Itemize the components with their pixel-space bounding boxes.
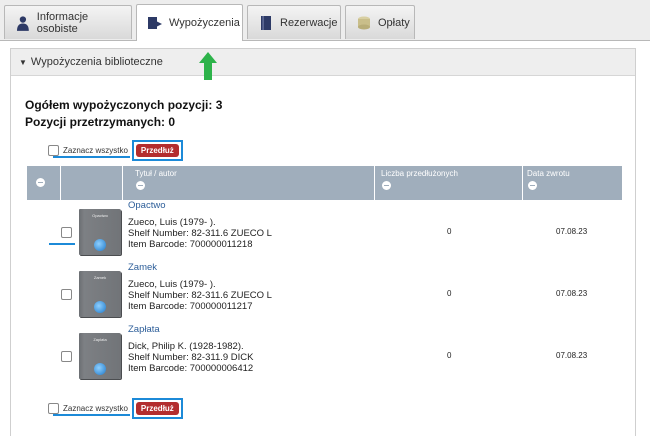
- item-info: Zapłata Dick, Philip K. (1928-1982). She…: [128, 324, 254, 374]
- book-cover-title: Opactwo: [92, 213, 108, 218]
- select-all-row-top: Zaznacz wszystko Przedłuż: [48, 139, 183, 161]
- panel-header[interactable]: ▼ Wypożyczenia biblioteczne: [11, 49, 635, 76]
- renew-button-highlight-bottom: Przedłuż: [131, 397, 183, 419]
- book-cover-title: Zapłata: [93, 337, 107, 342]
- sort-icon[interactable]: [528, 181, 537, 190]
- tab-label: Opłaty: [378, 16, 410, 29]
- green-arrow-icon: [199, 52, 217, 80]
- collapse-triangle-icon: ▼: [19, 57, 27, 67]
- item-barcode: Item Barcode: 700000011218: [128, 239, 253, 250]
- renewal-count: 0: [447, 289, 452, 298]
- globe-icon: [94, 363, 106, 375]
- sort-icon[interactable]: [382, 181, 391, 190]
- item-barcode: Item Barcode: 700000006412: [128, 363, 254, 374]
- select-all-label-bottom[interactable]: Zaznacz wszystko: [53, 404, 130, 416]
- item-shelf-number: Shelf Number: 82-311.6 ZUECO L: [128, 228, 272, 239]
- item-author: Zueco, Luis (1979- ).: [128, 217, 216, 228]
- tab-loans[interactable]: Wypożyczenia: [136, 4, 243, 41]
- due-date: 07.08.23: [556, 289, 588, 298]
- book-cover[interactable]: Zapłata: [79, 333, 121, 379]
- item-shelf-number: Shelf Number: 82-311.6 ZUECO L: [128, 290, 272, 301]
- coins-icon: [358, 16, 370, 29]
- select-all-row-bottom: Zaznacz wszystko Przedłuż: [48, 397, 183, 419]
- renew-button-highlight-top: Przedłuż: [131, 139, 183, 161]
- column-title-author[interactable]: Tytuł / autor: [135, 166, 375, 200]
- highlight-underline: [53, 413, 130, 416]
- select-all-label-top[interactable]: Zaznacz wszystko: [53, 146, 130, 158]
- item-barcode: Item Barcode: 700000011217: [128, 301, 253, 312]
- overdue-items-text: Pozycji przetrzymanych: 0: [25, 115, 176, 129]
- book-arrow-icon: [148, 17, 162, 29]
- table-row: Zapłata Zapłata Dick, Philip K. (1928-19…: [27, 324, 622, 386]
- renewal-count: 0: [447, 227, 452, 236]
- tab-label: Informacje osobiste: [36, 10, 89, 35]
- sort-icon[interactable]: [36, 178, 45, 187]
- due-date: 07.08.23: [556, 227, 588, 236]
- book-icon: [261, 15, 271, 30]
- column-due-date[interactable]: Data zwrotu: [527, 166, 617, 200]
- column-renewals[interactable]: Liczba przedłużonych: [381, 166, 521, 200]
- book-cover[interactable]: Opactwo: [79, 209, 121, 255]
- column-due-date-label: Data zwrotu: [527, 169, 570, 178]
- item-checkbox[interactable]: [61, 227, 72, 238]
- item-info: Opactwo Zueco, Luis (1979- ). Shelf Numb…: [128, 200, 272, 250]
- tab-label: Wypożyczenia: [169, 17, 240, 29]
- item-title-link[interactable]: Opactwo: [128, 200, 272, 211]
- sort-icon[interactable]: [136, 181, 145, 190]
- column-renewals-label: Liczba przedłużonych: [381, 169, 458, 178]
- item-checkbox[interactable]: [61, 351, 72, 362]
- item-shelf-number: Shelf Number: 82-311.9 DICK: [128, 352, 254, 363]
- column-divider: [374, 166, 375, 200]
- tab-label: Rezerwacje: [280, 16, 338, 29]
- item-title-link[interactable]: Zapłata: [128, 324, 254, 335]
- item-title-link[interactable]: Zamek: [128, 262, 272, 273]
- panel-title: Wypożyczenia biblioteczne: [30, 56, 163, 68]
- tab-bar: Informacje osobiste Wypożyczenia Rezerwa…: [0, 0, 650, 41]
- renew-button-top[interactable]: Przedłuż: [135, 143, 179, 157]
- total-loans-text: Ogółem wypożyczonych pozycji: 3: [25, 98, 223, 112]
- column-divider: [522, 166, 523, 200]
- item-info: Zamek Zueco, Luis (1979- ). Shelf Number…: [128, 262, 272, 312]
- highlight-underline: [49, 243, 75, 245]
- item-author: Dick, Philip K. (1928-1982).: [128, 341, 244, 352]
- person-icon: [16, 15, 29, 31]
- tab-divider: [0, 40, 650, 41]
- table-row: Zamek Zamek Zueco, Luis (1979- ). Shelf …: [27, 262, 622, 324]
- column-title-author-label: Tytuł / autor: [135, 169, 177, 178]
- item-author: Zueco, Luis (1979- ).: [128, 279, 216, 290]
- renewal-count: 0: [447, 351, 452, 360]
- renew-button-bottom[interactable]: Przedłuż: [135, 401, 179, 415]
- globe-icon: [94, 301, 106, 313]
- tab-fees[interactable]: Opłaty: [345, 5, 415, 39]
- due-date: 07.08.23: [556, 351, 588, 360]
- tab-personal-info[interactable]: Informacje osobiste: [4, 5, 132, 39]
- column-divider: [60, 166, 61, 200]
- tab-reservations[interactable]: Rezerwacje: [247, 5, 341, 39]
- select-all-checkbox-top[interactable]: [48, 144, 59, 156]
- globe-icon: [94, 239, 106, 251]
- highlight-underline: [53, 155, 130, 158]
- table-header: Tytuł / autor Liczba przedłużonych Data …: [27, 166, 622, 200]
- select-all-checkbox-bottom[interactable]: [48, 402, 59, 414]
- column-divider: [122, 166, 123, 200]
- book-cover[interactable]: Zamek: [79, 271, 121, 317]
- table-row: Opactwo Opactwo Zueco, Luis (1979- ). Sh…: [27, 200, 622, 262]
- book-cover-title: Zamek: [93, 275, 107, 280]
- loan-summary: Ogółem wypożyczonych pozycji: 3 Pozycji …: [25, 97, 222, 131]
- item-checkbox[interactable]: [61, 289, 72, 300]
